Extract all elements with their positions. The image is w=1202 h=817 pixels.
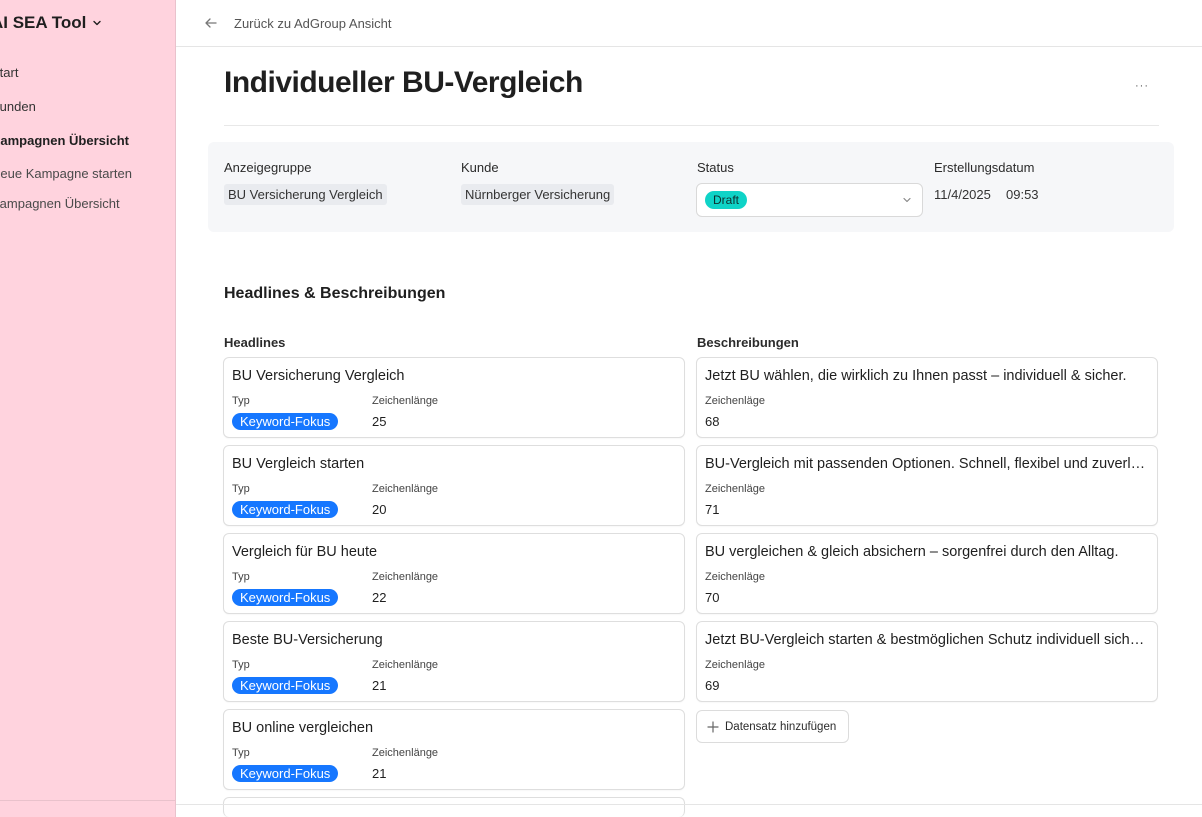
sidebar: AI SEA Tool Start Kunden Kampagnen Übers… xyxy=(0,0,176,817)
type-tag: Keyword-Fokus xyxy=(232,765,339,782)
sidebar-item-kunden[interactable]: Kunden xyxy=(0,99,36,114)
length-label: Zeichenlänge xyxy=(372,659,439,671)
length-value: 69 xyxy=(705,678,720,693)
sidebar-item-kampagnen-uebersicht[interactable]: Kampagnen Übersicht xyxy=(0,133,129,148)
length-label: Zeichenläge xyxy=(705,659,765,671)
length-label: Zeichenlänge xyxy=(372,571,439,583)
meta-panel: Anzeigegruppe BU Versicherung Vergleich … xyxy=(208,142,1174,232)
descriptions-column-label: Beschreibungen xyxy=(697,335,799,350)
bottom-divider xyxy=(176,804,1202,805)
headline-text: Vergleich für BU heute xyxy=(232,544,378,560)
app-title: AI SEA Tool xyxy=(0,13,87,32)
created-time: 09:53 xyxy=(1006,187,1039,202)
chevron-down-icon xyxy=(92,18,102,28)
length-label: Zeichenlänge xyxy=(372,483,439,495)
type-tag: Keyword-Fokus xyxy=(232,413,339,430)
type-label: Typ xyxy=(232,483,250,495)
section-title: Headlines & Beschreibungen xyxy=(224,285,446,302)
status-badge: Draft xyxy=(705,191,748,209)
status-select[interactable]: Draft xyxy=(696,183,923,217)
headline-card[interactable]: Vergleich für BU heute Typ Keyword-Fokus… xyxy=(223,533,685,614)
arrow-left-icon[interactable] xyxy=(204,16,218,30)
title-divider xyxy=(224,125,1159,126)
length-value: 25 xyxy=(372,414,387,429)
length-value: 71 xyxy=(705,502,720,517)
headline-card[interactable]: BU Versicherung Vergleich Typ Keyword-Fo… xyxy=(223,357,685,438)
description-card[interactable]: Jetzt BU-Vergleich starten & bestmöglich… xyxy=(696,621,1158,702)
type-label: Typ xyxy=(232,747,250,759)
sidebar-item-start[interactable]: Start xyxy=(0,65,18,80)
length-label: Zeichenläge xyxy=(705,395,765,407)
description-card[interactable]: Jetzt BU wählen, die wirklich zu Ihnen p… xyxy=(696,357,1158,438)
sidebar-divider xyxy=(0,800,175,801)
top-bar: Zurück zu AdGroup Ansicht xyxy=(176,0,1202,47)
headline-card[interactable]: BU online vergleichen Typ Keyword-Fokus … xyxy=(223,709,685,790)
description-text: Jetzt BU-Vergleich starten & bestmöglich… xyxy=(705,632,1149,648)
length-label: Zeichenläge xyxy=(705,483,765,495)
sidebar-subitem-neue-kampagne[interactable]: Neue Kampagne starten xyxy=(0,166,132,181)
length-label: Zeichenläge xyxy=(705,571,765,583)
headline-text: Beste BU-Versicherung xyxy=(232,632,383,648)
status-label: Status xyxy=(697,160,734,175)
page-title: Individueller BU-Vergleich xyxy=(224,66,583,99)
back-link[interactable]: Zurück zu AdGroup Ansicht xyxy=(234,16,392,31)
app-switcher[interactable]: AI SEA Tool xyxy=(0,13,102,33)
more-options-button[interactable]: ··· xyxy=(1130,74,1154,98)
chevron-down-icon xyxy=(902,195,912,205)
length-label: Zeichenlänge xyxy=(372,747,439,759)
adgroup-value: BU Versicherung Vergleich xyxy=(224,184,387,205)
sidebar-subitem-kampagnen-uebersicht[interactable]: Kampagnen Übersicht xyxy=(0,196,120,211)
customer-value: Nürnberger Versicherung xyxy=(461,184,615,205)
length-label: Zeichenlänge xyxy=(372,395,439,407)
headlines-column-label: Headlines xyxy=(224,335,286,350)
length-value: 20 xyxy=(372,502,387,517)
description-card[interactable]: BU-Vergleich mit passenden Optionen. Sch… xyxy=(696,445,1158,526)
description-text: BU-Vergleich mit passenden Optionen. Sch… xyxy=(705,456,1149,472)
type-label: Typ xyxy=(232,395,250,407)
type-tag: Keyword-Fokus xyxy=(232,501,339,518)
add-record-button[interactable]: Datensatz hinzufügen xyxy=(696,710,849,743)
plus-icon xyxy=(707,720,719,733)
length-value: 68 xyxy=(705,414,720,429)
length-value: 21 xyxy=(372,678,387,693)
type-tag: Keyword-Fokus xyxy=(232,677,339,694)
created-label: Erstellungsdatum xyxy=(934,160,1035,175)
description-text: BU vergleichen & gleich absichern – sorg… xyxy=(705,544,1119,560)
headline-text: BU online vergleichen xyxy=(232,720,374,736)
type-label: Typ xyxy=(232,659,250,671)
type-tag: Keyword-Fokus xyxy=(232,589,339,606)
length-value: 70 xyxy=(705,590,720,605)
more-icon: ··· xyxy=(1135,80,1149,92)
description-card[interactable]: BU vergleichen & gleich absichern – sorg… xyxy=(696,533,1158,614)
length-value: 21 xyxy=(372,766,387,781)
customer-label: Kunde xyxy=(461,160,499,175)
created-date: 11/4/2025 xyxy=(934,187,991,202)
type-label: Typ xyxy=(232,571,250,583)
description-text: Jetzt BU wählen, die wirklich zu Ihnen p… xyxy=(705,368,1127,384)
headline-card[interactable]: Beste BU-Versicherung Typ Keyword-Fokus … xyxy=(223,621,685,702)
adgroup-label: Anzeigegruppe xyxy=(224,160,312,175)
headline-card[interactable]: BU Vergleich starten Typ Keyword-Fokus Z… xyxy=(223,445,685,526)
headline-card[interactable] xyxy=(223,797,685,817)
headline-text: BU Versicherung Vergleich xyxy=(232,368,405,384)
headline-text: BU Vergleich starten xyxy=(232,456,365,472)
add-record-label: Datensatz hinzufügen xyxy=(725,720,837,733)
length-value: 22 xyxy=(372,590,387,605)
